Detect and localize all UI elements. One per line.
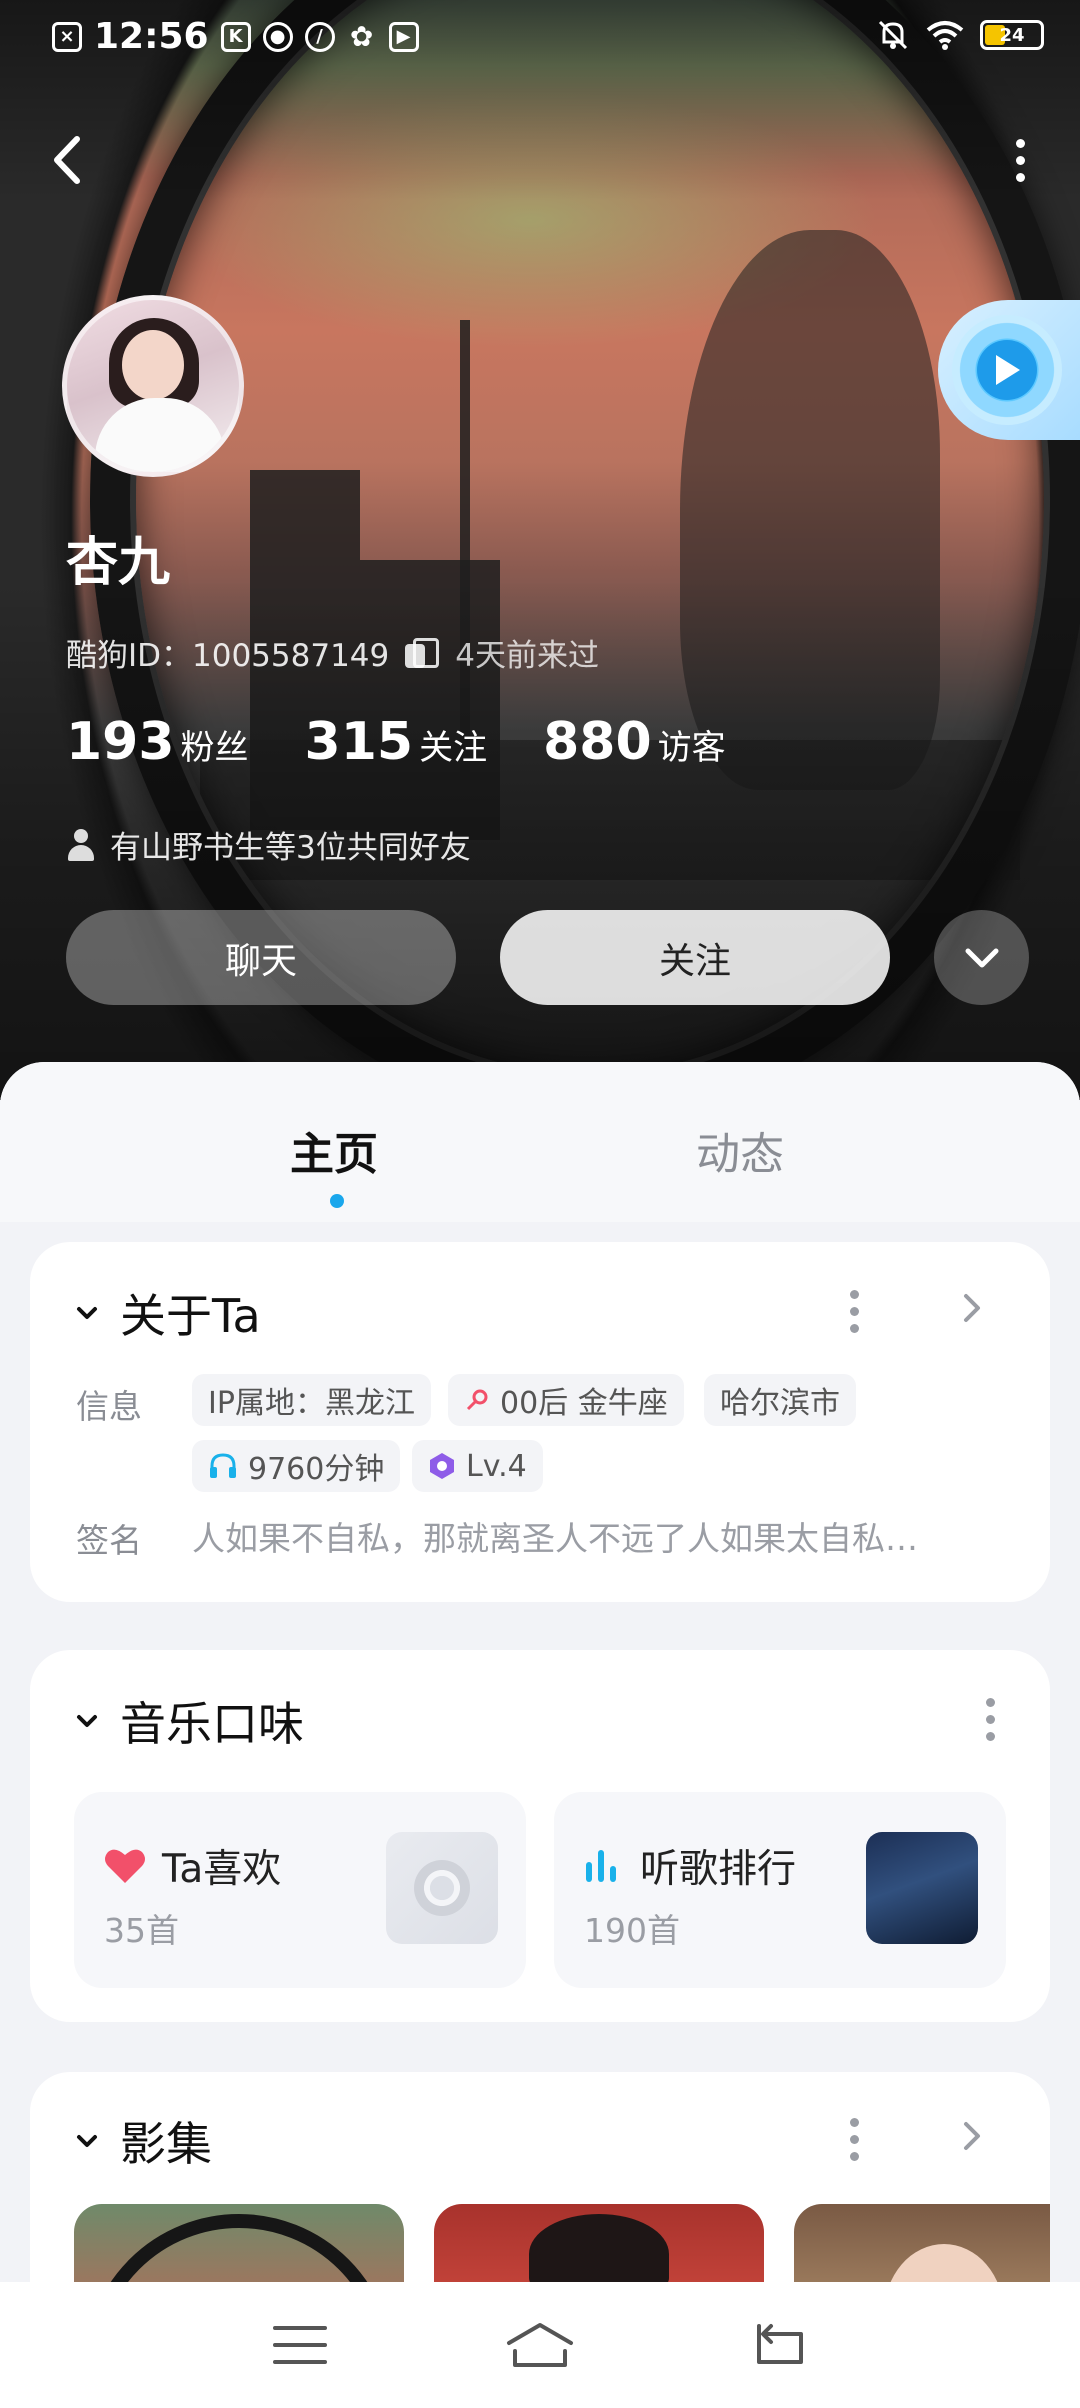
stat-label: 粉丝 (180, 728, 249, 768)
about-card: 关于Ta 信息 IP属地：黑龙江 00后 金牛座 哈尔滨市 9760分钟 Lv.… (30, 1242, 1050, 1602)
films-more-icon[interactable] (850, 2118, 859, 2161)
floating-player-button[interactable] (938, 300, 1080, 440)
chip-text: IP属地：黑龙江 (208, 1386, 415, 1421)
chevron-right-icon[interactable] (954, 2118, 990, 2154)
play-store-icon: ▶ (388, 21, 419, 52)
films-header[interactable]: 影集 (76, 2108, 212, 2174)
tab-bar: 主页 动态 (0, 1062, 1080, 1222)
liked-songs-title: Ta喜欢 (162, 1847, 282, 1892)
back-arrow-icon (54, 136, 80, 184)
copy-icon[interactable] (405, 637, 440, 668)
profile-id-line: 酷狗ID：1005587149 4天前来过 (66, 630, 599, 675)
chip-ip-location: IP属地：黑龙江 (192, 1374, 431, 1426)
avatar[interactable] (62, 295, 244, 477)
person-icon (66, 828, 96, 861)
liked-songs-card[interactable]: Ta喜欢 35首 (74, 1792, 526, 1988)
chip-text: 9760分钟 (248, 1452, 385, 1487)
leaf-icon: / (304, 21, 335, 52)
system-navigation-bar (0, 2282, 1080, 2408)
bars-icon (586, 1850, 616, 1882)
menu-icon (273, 2326, 327, 2364)
chip-text: Lv.4 (466, 1448, 527, 1484)
stat-number: 880 (543, 712, 652, 772)
headphones-icon (210, 1453, 236, 1478)
status-time: 12:56 (94, 16, 209, 57)
caret-down-icon (77, 1715, 97, 1727)
caret-down-icon (77, 2135, 97, 2147)
profile-actions: 聊天 关注 (66, 910, 1029, 1005)
album-cover-image (866, 1832, 978, 1944)
profile-name: 杏九 (66, 533, 171, 593)
chip-text: 哈尔滨市 (720, 1386, 840, 1421)
chip-listening-time: 9760分钟 (192, 1440, 401, 1492)
chip-age-zodiac: 00后 金牛座 (448, 1374, 684, 1426)
battery-icon: 24 (980, 20, 1044, 50)
about-more-icon[interactable] (850, 1290, 859, 1333)
back-button[interactable] (36, 130, 96, 190)
k-app-icon: K (220, 21, 251, 52)
expand-button[interactable] (934, 910, 1029, 1005)
music-header[interactable]: 音乐口味 (76, 1688, 304, 1754)
status-bar: × 12:56 K ● / ✿ ▶ 24 (0, 0, 1080, 80)
stat-number: 193 (66, 712, 175, 772)
caret-down-icon (77, 1307, 97, 1319)
chat-button[interactable]: 聊天 (66, 910, 456, 1005)
stat-visitors[interactable]: 880 访客 (543, 712, 726, 772)
stat-fans[interactable]: 193 粉丝 (66, 712, 249, 772)
profile-id: 酷狗ID：1005587149 (66, 638, 390, 674)
tab-moments[interactable]: 动态 (696, 1118, 784, 1182)
ranking-title: 听歌排行 (640, 1847, 797, 1892)
mute-icon (878, 20, 908, 50)
chip-city: 哈尔滨市 (704, 1374, 856, 1426)
music-title: 音乐口味 (120, 1697, 304, 1751)
cloud-icon: ● (262, 21, 293, 52)
chevron-right-icon[interactable] (954, 1290, 990, 1326)
ranking-count: 190首 (584, 1911, 680, 1950)
profile-stats: 193 粉丝 315 关注 880 访客 (66, 712, 726, 772)
follow-button[interactable]: 关注 (500, 910, 890, 1005)
stat-number: 315 (304, 712, 414, 772)
stat-following[interactable]: 315 关注 (305, 712, 488, 772)
return-icon (757, 2324, 803, 2364)
wifi-icon (926, 21, 964, 50)
back-nav-button[interactable] (740, 2315, 820, 2375)
chip-level: Lv.4 (412, 1440, 543, 1492)
stat-label: 访客 (657, 728, 726, 768)
about-title: 关于Ta (120, 1289, 261, 1343)
mutual-friends[interactable]: 有山野书生等3位共同好友 (66, 822, 471, 867)
chip-text: 00后 金牛座 (500, 1386, 668, 1421)
profile-content: 主页 动态 关于Ta 信息 IP属地：黑龙江 00后 金牛座 哈尔滨市 9760… (0, 1062, 1080, 2408)
home-icon (507, 2323, 573, 2367)
music-more-icon[interactable] (986, 1698, 995, 1741)
heart-icon (105, 1849, 145, 1883)
signature-label: 签名 (76, 1521, 142, 1560)
more-options-button[interactable] (990, 130, 1050, 190)
tab-home[interactable]: 主页 (290, 1118, 378, 1182)
chevron-down-icon (965, 948, 998, 967)
mutual-friends-text: 有山野书生等3位共同好友 (110, 830, 471, 866)
films-title: 影集 (120, 2117, 212, 2171)
menu-button[interactable] (260, 2315, 340, 2375)
play-icon (996, 355, 1020, 385)
player-disc-icon (952, 315, 1062, 425)
battery-level: 24 (999, 24, 1025, 46)
info-label: 信息 (76, 1387, 142, 1426)
signature-text: 人如果不自私，那就离圣人不远了人如果太自私… (192, 1519, 918, 1558)
listening-ranking-card[interactable]: 听歌排行 190首 (554, 1792, 1006, 1988)
about-header[interactable]: 关于Ta (76, 1280, 261, 1346)
active-tab-indicator (330, 1194, 344, 1208)
sim-icon: × (52, 21, 82, 52)
music-taste-card: 音乐口味 Ta喜欢 35首 听歌排行 190首 (30, 1650, 1050, 2022)
disc-placeholder-icon (386, 1832, 498, 1944)
home-button[interactable] (500, 2315, 580, 2375)
last-seen-text: 4天前来过 (455, 638, 599, 674)
tiger-icon: ✿ (349, 20, 374, 53)
stat-label: 关注 (419, 728, 488, 768)
gender-icon (466, 1389, 488, 1411)
level-badge-icon (430, 1453, 454, 1479)
liked-songs-count: 35首 (104, 1911, 179, 1950)
